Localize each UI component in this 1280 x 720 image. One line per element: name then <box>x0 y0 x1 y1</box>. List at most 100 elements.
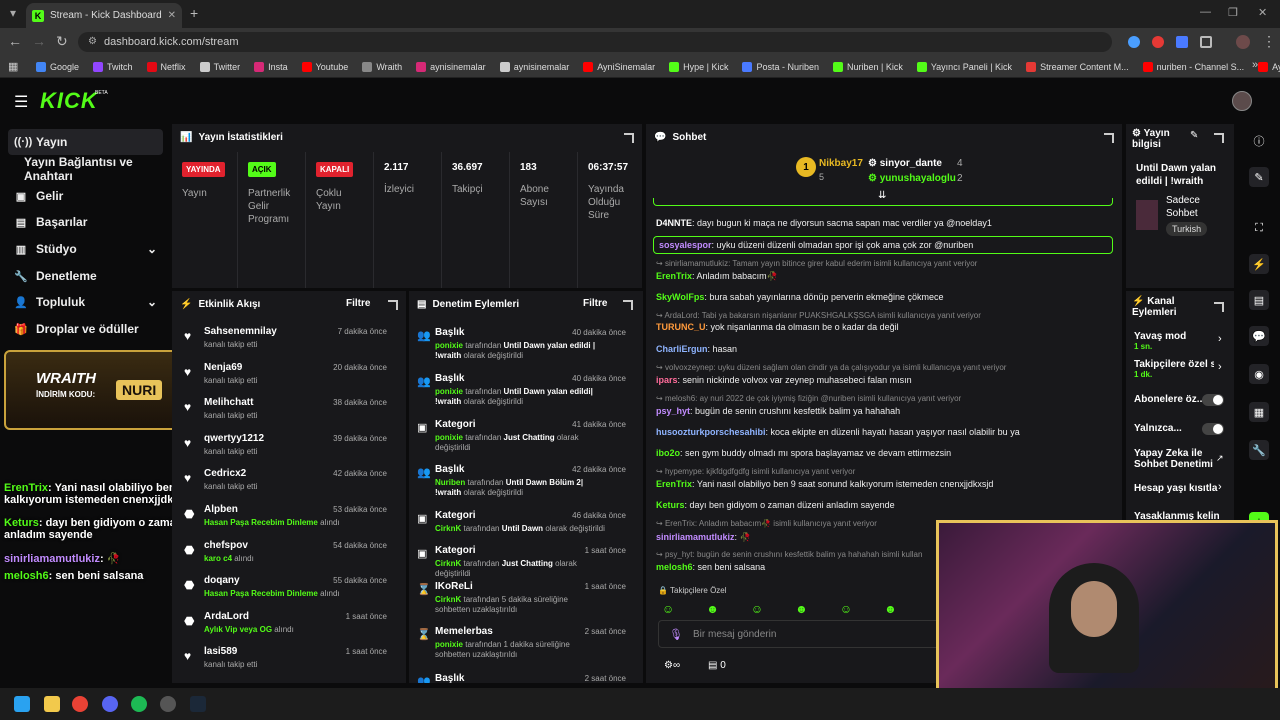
bookmark-item[interactable]: Streamer Content M... <box>1026 61 1129 72</box>
expand-icon[interactable] <box>623 300 633 310</box>
sidebar-item-stream-key[interactable]: Yayın Bağlantısı ve Anahtarı <box>8 155 178 183</box>
bookmark-item[interactable]: Google <box>36 61 79 72</box>
bookmark-item[interactable]: Youtube <box>301 61 348 72</box>
hamburger-menu-icon[interactable]: ☰ <box>14 92 28 112</box>
bookmark-item[interactable]: Wraith <box>362 61 402 72</box>
chat-username[interactable]: psy_hyt <box>656 406 690 416</box>
bookmark-item[interactable]: Nuriben | Kick <box>832 61 903 72</box>
bookmarks-more-icon[interactable]: » <box>1252 59 1258 71</box>
account-age-label[interactable]: Hesap yaşı kısıtla <box>1134 483 1224 494</box>
bookmark-item[interactable]: Hype | Kick <box>669 61 728 72</box>
activity-user[interactable]: Alpben <box>204 504 238 515</box>
extension-icon[interactable] <box>1152 36 1164 48</box>
forward-icon[interactable]: → <box>32 33 46 49</box>
sidebar-item-gelir[interactable]: ▣ Gelir <box>8 183 163 209</box>
obs-icon[interactable] <box>160 696 176 712</box>
edit-pencil-icon[interactable]: ✎ <box>1190 130 1198 141</box>
emote-icon[interactable]: ☻ <box>884 602 897 616</box>
chat-username[interactable]: ipars <box>656 375 678 385</box>
ai-moderation-label[interactable]: Yapay Zeka ile Sohbet Denetimi <box>1134 448 1214 470</box>
chat-input[interactable]: 🎙 Bir mesaj gönderin <box>658 620 948 648</box>
bookmark-item[interactable]: AyniSinemalar <box>583 61 655 72</box>
document-icon[interactable]: ▤ <box>1249 290 1269 310</box>
emote-icon[interactable]: ☺ <box>751 602 763 616</box>
url-field[interactable]: dashboard.kick.com/stream <box>78 32 1112 52</box>
site-info-icon[interactable]: ⚙ <box>88 36 97 47</box>
sidebar-item-studyo[interactable]: ▥ Stüdyo ⌄ <box>8 236 163 262</box>
sidebar-item-topluluk[interactable]: 👤 Topluluk ⌄ <box>8 289 163 315</box>
sidebar-item-yayin[interactable]: ((·)) Yayın <box>8 129 163 155</box>
bookmark-item[interactable]: Yayıncı Paneli | Kick <box>916 61 1012 72</box>
chat-username[interactable]: D4NNTE <box>656 218 692 228</box>
microphone-icon[interactable]: 🎙 <box>669 628 683 641</box>
chat-username[interactable]: CharliErgun <box>656 344 708 354</box>
wrench-icon[interactable]: 🔧 <box>1249 440 1269 460</box>
bookmark-item[interactable]: Twitter <box>199 61 240 72</box>
chat-points-icon[interactable]: ▤ 0 <box>708 660 726 671</box>
extensions-puzzle-icon[interactable] <box>1200 36 1212 48</box>
activity-user[interactable]: doqany <box>204 575 240 586</box>
expand-icon[interactable] <box>1214 133 1224 143</box>
expand-icon[interactable] <box>1104 133 1114 143</box>
chevron-right-icon[interactable]: › <box>1218 481 1222 493</box>
chat-username[interactable]: ErenTrix <box>656 479 692 489</box>
emote-icon[interactable]: ☻ <box>706 602 719 616</box>
emote-icon[interactable]: ☺ <box>840 602 852 616</box>
mod-action-user[interactable]: ponixie <box>435 341 463 350</box>
windows-start-icon[interactable] <box>14 696 30 712</box>
extension-icon[interactable] <box>1176 36 1188 48</box>
mod-action-user[interactable]: CirknK <box>435 595 461 604</box>
user-avatar[interactable] <box>1232 91 1252 111</box>
pencil-icon[interactable]: ✎ <box>1249 167 1269 187</box>
activity-user[interactable]: Nenja69 <box>204 362 242 373</box>
new-tab-icon[interactable]: + <box>190 5 198 21</box>
chat-icon[interactable]: 💬 <box>1249 326 1269 346</box>
menu-dots-icon[interactable]: ⋮ <box>1262 33 1276 50</box>
expand-icon[interactable] <box>624 133 634 143</box>
mod-filter-button[interactable]: Filtre <box>583 298 607 309</box>
mod-action-user[interactable]: CirknK <box>435 524 461 533</box>
chat-username[interactable]: sinirliamamutlukiz <box>656 532 735 542</box>
layout-icon[interactable]: ▦ <box>1249 402 1269 422</box>
steam-icon[interactable] <box>190 696 206 712</box>
sidebar-item-droplar[interactable]: 🎁 Droplar ve ödüller <box>8 316 163 342</box>
kick-logo[interactable]: KICK <box>40 88 98 114</box>
chat-username[interactable]: SkyWolFps <box>656 292 704 302</box>
chat-username[interactable]: Keturs <box>656 500 685 510</box>
bookmark-item[interactable]: Aynı Sinemalar - Ça... <box>1258 61 1280 72</box>
mod-action-user[interactable]: ponixie <box>435 433 463 442</box>
broadcast-icon[interactable]: ◉ <box>1249 364 1269 384</box>
tab-search-icon[interactable]: ▾ <box>10 6 16 20</box>
bookmark-item[interactable]: Netflix <box>146 61 186 72</box>
close-tab-icon[interactable]: ✕ <box>168 10 176 21</box>
only-mode-toggle[interactable] <box>1202 423 1224 435</box>
activity-user[interactable]: Cedricx2 <box>204 468 246 479</box>
emote-icon[interactable]: ☺ <box>662 602 674 616</box>
discord-icon[interactable] <box>102 696 118 712</box>
followers-only-item[interactable]: Takipçilere özel s1 dk. <box>1134 359 1214 379</box>
profile-avatar-icon[interactable] <box>1236 35 1250 49</box>
bookmark-item[interactable]: nuriben - Channel S... <box>1142 61 1244 72</box>
minimize-icon[interactable]: — <box>1200 6 1211 18</box>
activity-filter-button[interactable]: Filtre <box>346 298 370 309</box>
info-icon[interactable]: ⓘ <box>1249 131 1269 151</box>
chat-username[interactable]: melosh6 <box>656 562 693 572</box>
bookmark-item[interactable]: aynisinemalar <box>416 61 486 72</box>
activity-user[interactable]: Sahsenemnilay <box>204 326 277 337</box>
chat-settings-icon[interactable]: ⚙∞ <box>664 660 680 671</box>
mod-action-user[interactable]: ponixie <box>435 640 463 649</box>
activity-user[interactable]: ArdaLord <box>204 611 249 622</box>
activity-user[interactable]: lasi589 <box>204 646 237 657</box>
chevron-right-icon[interactable]: › <box>1218 333 1222 345</box>
sidebar-item-basarilar[interactable]: ▤ Başarılar <box>8 209 163 235</box>
mod-action-user[interactable]: Nuriben <box>435 478 465 487</box>
expand-icon[interactable] <box>388 300 398 310</box>
chat-username[interactable]: ibo2o <box>656 448 680 458</box>
bookmark-item[interactable]: aynisinemalar <box>499 61 569 72</box>
bookmark-item[interactable]: Twitch <box>93 61 133 72</box>
sidebar-item-denetleme[interactable]: 🔧 Denetleme <box>8 263 163 289</box>
window-close-icon[interactable]: ✕ <box>1258 6 1267 19</box>
chrome-icon[interactable] <box>72 696 88 712</box>
bookmark-item[interactable]: Posta - Nuriben <box>742 61 819 72</box>
subs-only-toggle[interactable] <box>1202 394 1224 406</box>
